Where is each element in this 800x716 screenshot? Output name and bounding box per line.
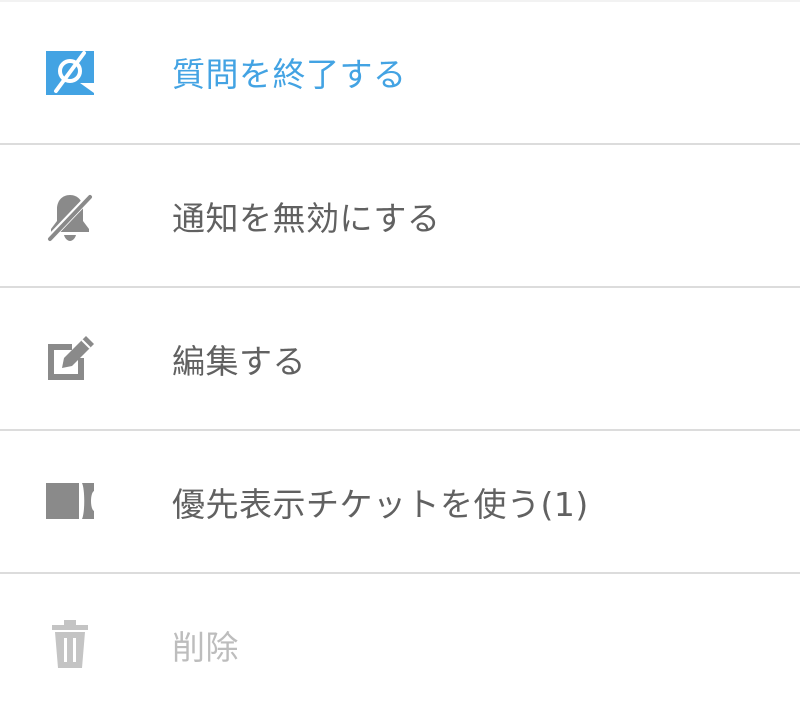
menu-item-close-question[interactable]: 質問を終了する bbox=[0, 0, 800, 145]
menu-item-label: 優先表示チケットを使う(1) bbox=[172, 484, 589, 524]
edit-icon bbox=[44, 332, 96, 384]
trash-icon bbox=[44, 618, 96, 670]
menu-item-label: 削除 bbox=[172, 628, 239, 667]
speech-bubble-slash-icon bbox=[44, 47, 96, 99]
menu-item-label: 通知を無効にする bbox=[172, 198, 441, 238]
menu-item-delete[interactable]: 削除 bbox=[0, 574, 800, 716]
action-menu: 質問を終了する 通知を無効にする 編集する 優先表示チケットを使う(1) 削除 bbox=[0, 0, 800, 716]
menu-item-edit[interactable]: 編集する bbox=[0, 288, 800, 431]
ticket-icon bbox=[44, 475, 96, 527]
menu-item-label: 編集する bbox=[172, 341, 306, 381]
menu-item-label: 質問を終了する bbox=[172, 54, 407, 94]
menu-item-use-priority-ticket[interactable]: 優先表示チケットを使う(1) bbox=[0, 431, 800, 574]
bell-off-icon bbox=[44, 191, 96, 243]
menu-item-disable-notifications[interactable]: 通知を無効にする bbox=[0, 145, 800, 288]
